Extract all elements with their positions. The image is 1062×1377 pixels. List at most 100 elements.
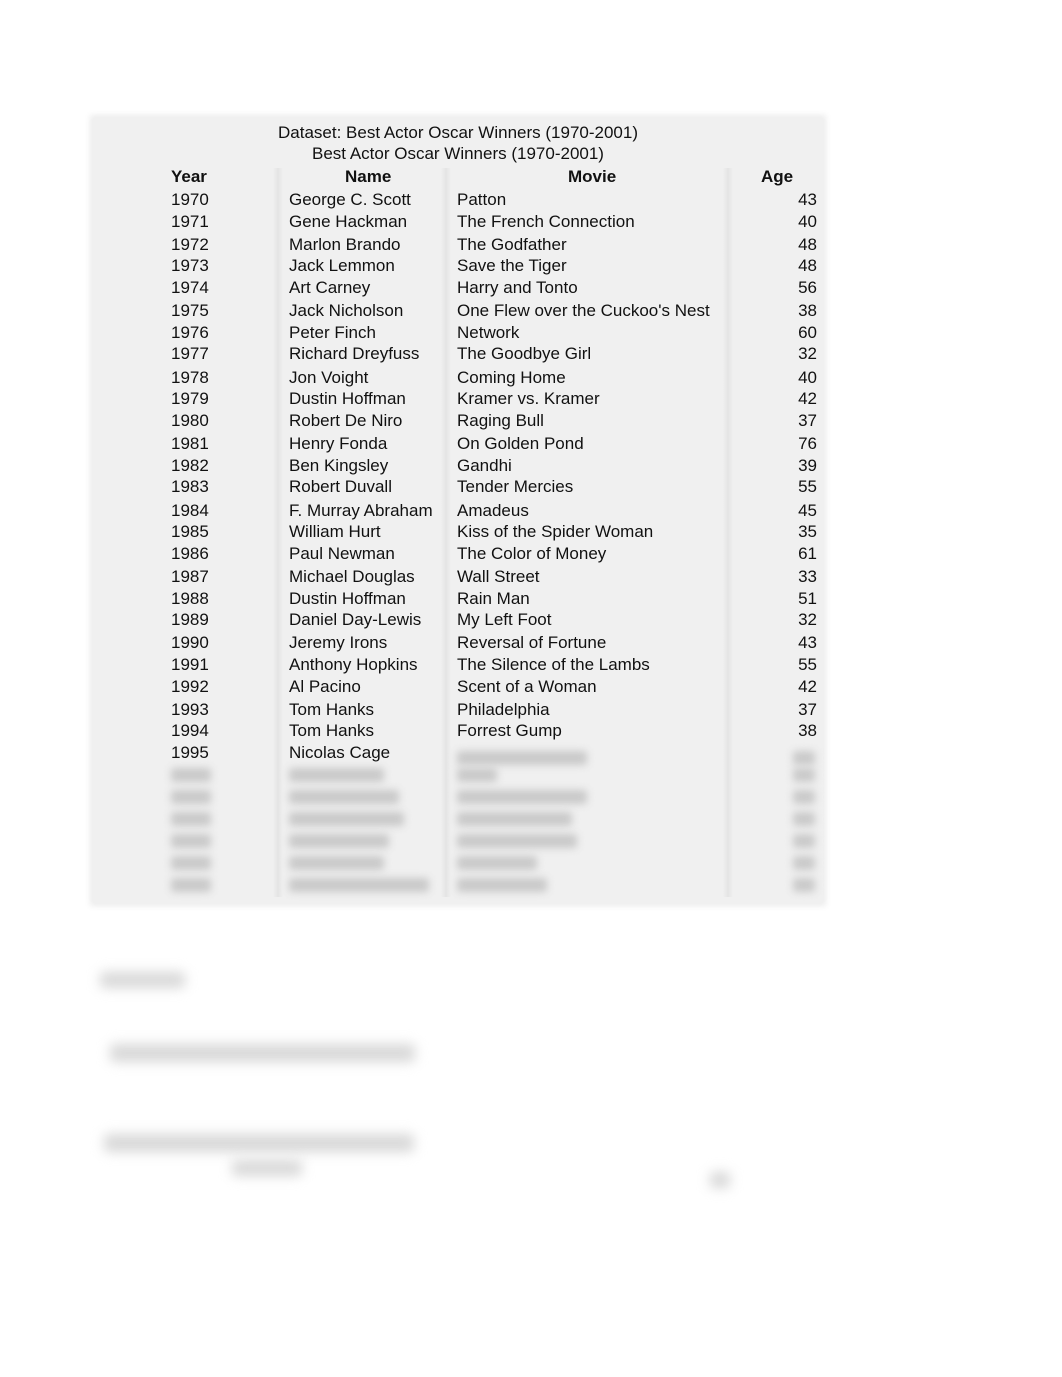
cell-name: Robert De Niro <box>289 411 403 430</box>
blurred-cell <box>457 834 577 848</box>
cell-age: 55 <box>798 477 817 496</box>
cell-year: 1974 <box>171 278 209 297</box>
blurred-cell <box>457 878 547 892</box>
cell-year: 1978 <box>171 368 209 387</box>
cell-name: Richard Dreyfuss <box>289 344 420 363</box>
cell-age: 32 <box>798 344 817 363</box>
cell-age: 32 <box>798 610 817 629</box>
cell-name: Ben Kingsley <box>289 456 389 475</box>
blurred-cell <box>793 751 815 765</box>
cell-name: Tom Hanks <box>289 721 375 740</box>
cell-movie: The Godfather <box>457 235 567 254</box>
table-row: 1987 Michael Douglas Wall Street 33 <box>93 567 823 589</box>
cell-year: 1980 <box>171 411 209 430</box>
cell-movie: Scent of a Woman <box>457 677 597 696</box>
table-row: 1990 Jeremy Irons Reversal of Fortune 43 <box>93 633 823 655</box>
table-row: 1986 Paul Newman The Color of Money 61 <box>93 544 823 566</box>
table-row: 1994 Tom Hanks Forrest Gump 38 <box>93 721 823 743</box>
cell-name: Dustin Hoffman <box>289 389 406 408</box>
table-row: 1974 Art Carney Harry and Tonto 56 <box>93 278 823 300</box>
blurred-cell <box>457 768 497 782</box>
table-row: 1978 Jon Voight Coming Home 40 <box>93 368 823 390</box>
table-row: 1980 Robert De Niro Raging Bull 37 <box>93 411 823 433</box>
cell-year: 1982 <box>171 456 209 475</box>
cell-name: Art Carney <box>289 278 371 297</box>
cell-year: 1975 <box>171 301 209 320</box>
table-row: 1982 Ben Kingsley Gandhi 39 <box>93 456 823 478</box>
cell-age: 45 <box>798 501 817 520</box>
table-row: 1975 Jack Nicholson One Flew over the Cuck… <box>93 301 823 323</box>
cell-year: 1992 <box>171 677 209 696</box>
cell-name: Paul Newman <box>289 544 395 563</box>
cell-name: Peter Finch <box>289 323 376 342</box>
cell-name: Robert Duvall <box>289 477 392 496</box>
blurred-question-heading <box>100 972 185 988</box>
cell-name: Daniel Day-Lewis <box>289 610 422 629</box>
cell-movie: Rain Man <box>457 589 530 608</box>
cell-year: 1983 <box>171 477 209 496</box>
cell-year: 1981 <box>171 434 209 453</box>
cell-movie: Raging Bull <box>457 411 544 430</box>
column-header-age: Age <box>761 167 794 186</box>
table-row: 1985 William Hurt Kiss of the Spider Woman… <box>93 522 823 544</box>
cell-year: 1973 <box>171 256 209 275</box>
blurred-cell <box>171 812 211 826</box>
blurred-cell <box>289 834 389 848</box>
cell-movie: On Golden Pond <box>457 434 584 453</box>
blurred-question-instruction <box>110 1044 415 1062</box>
cell-year: 1985 <box>171 522 209 541</box>
cell-year: 1994 <box>171 721 209 740</box>
blurred-cell <box>289 790 399 804</box>
table-row: 1984 F. Murray Abraham Amadeus 45 <box>93 501 823 523</box>
cell-age: 38 <box>798 301 817 320</box>
cell-year: 1993 <box>171 700 209 719</box>
cell-age: 56 <box>798 278 817 297</box>
table-row: 1977 Richard Dreyfuss The Goodbye Girl 32 <box>93 344 823 366</box>
cell-movie: Amadeus <box>457 501 529 520</box>
cell-age: 37 <box>798 411 817 430</box>
cell-age: 39 <box>798 456 817 475</box>
table-row: 1983 Robert Duvall Tender Mercies 55 <box>93 477 823 499</box>
blurred-cell <box>171 856 211 870</box>
blurred-cell <box>793 834 815 848</box>
cell-name: Michael Douglas <box>289 567 415 586</box>
cell-name: George C. Scott <box>289 190 411 209</box>
cell-year: 1988 <box>171 589 209 608</box>
blurred-cell <box>171 834 211 848</box>
table-row: 1991 Anthony Hopkins The Silence of the La… <box>93 655 823 677</box>
cell-name: Dustin Hoffman <box>289 589 406 608</box>
table-row: 1973 Jack Lemmon Save the Tiger 48 <box>93 256 823 278</box>
cell-year: 1986 <box>171 544 209 563</box>
dataset-title: Dataset: Best Actor Oscar Winners (1970-… <box>278 123 638 142</box>
cell-name: Nicolas Cage <box>289 743 391 762</box>
blurred-cell <box>793 878 815 892</box>
blurred-cell <box>171 790 211 804</box>
blurred-cell <box>171 878 211 892</box>
cell-age: 76 <box>798 434 817 453</box>
cell-year: 1979 <box>171 389 209 408</box>
cell-name: Marlon Brando <box>289 235 401 254</box>
cell-movie: The Goodbye Girl <box>457 344 592 363</box>
cell-name: Jack Lemmon <box>289 256 395 275</box>
cell-age: 55 <box>798 655 817 674</box>
blurred-cell <box>793 856 815 870</box>
cell-name: Tom Hanks <box>289 700 375 719</box>
cell-age: 60 <box>798 323 817 342</box>
cell-age: 37 <box>798 700 817 719</box>
cell-movie: One Flew over the Cuckoo's Nest <box>457 301 710 320</box>
blurred-answer-value <box>710 1172 730 1188</box>
blurred-cell <box>457 856 537 870</box>
column-header-name: Name <box>345 167 392 186</box>
column-header-year: Year <box>171 167 207 186</box>
cell-movie: The Color of Money <box>457 544 607 563</box>
blurred-cell <box>457 812 572 826</box>
cell-movie: Harry and Tonto <box>457 278 578 297</box>
table-row: 1976 Peter Finch Network 60 <box>93 323 823 345</box>
cell-year: 1976 <box>171 323 209 342</box>
blurred-cell <box>793 768 815 782</box>
cell-age: 40 <box>798 368 817 387</box>
table-row: 1972 Marlon Brando The Godfather 48 <box>93 235 823 257</box>
cell-name: Anthony Hopkins <box>289 655 418 674</box>
blurred-cell <box>289 856 384 870</box>
cell-year: 1995 <box>171 743 209 762</box>
